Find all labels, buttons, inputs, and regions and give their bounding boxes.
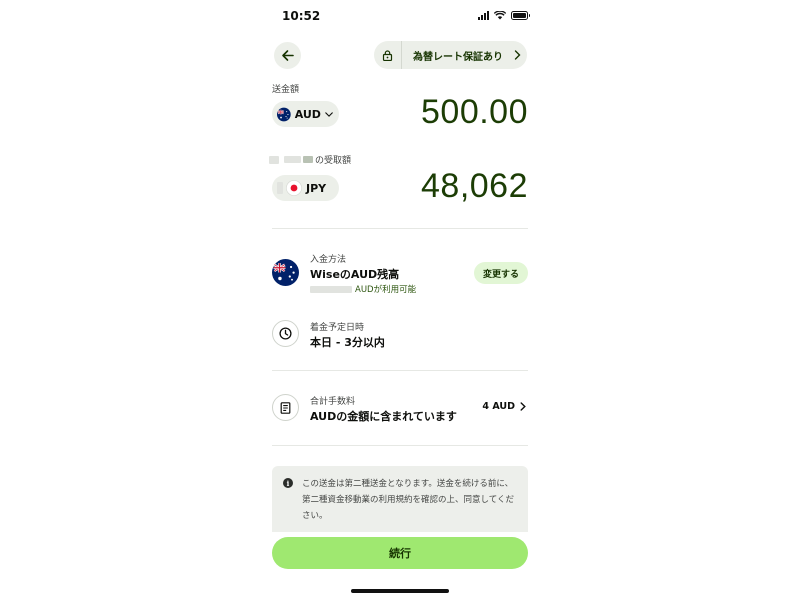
status-icons	[478, 11, 530, 20]
cellular-signal-icon	[478, 11, 489, 20]
receive-currency-selector[interactable]: JPY	[272, 175, 339, 201]
arrow-left-icon	[282, 50, 294, 61]
notice-box: i この送金は第二種送金となります。送金を続ける前に、第二種資金移動業の利用規約…	[272, 466, 528, 532]
divider	[272, 228, 528, 229]
arrival-value: 本日 - 3分以内	[310, 336, 385, 349]
receive-amount-label-text: の受取額	[315, 156, 352, 166]
arrival-caption: 着金予定日時	[310, 323, 365, 333]
rate-guarantee-button[interactable]: 為替レート保証あり	[374, 41, 527, 69]
status-time: 10:52	[282, 9, 321, 23]
receive-amount-label: の受取額	[269, 153, 351, 166]
payment-method-flag	[272, 259, 299, 286]
fee-caption: 合計手数料	[310, 397, 356, 407]
notice-text: この送金は第二種送金となります。送金を続ける前に、第二種資金移動業の利用規約を確…	[302, 479, 514, 521]
japan-flag-icon	[286, 180, 302, 196]
home-indicator	[351, 589, 449, 593]
send-currency-selector[interactable]: AUD	[272, 101, 339, 127]
lock-icon	[374, 41, 402, 69]
australia-flag-icon	[272, 259, 299, 286]
rate-guarantee-label: 為替レート保証あり	[413, 51, 503, 63]
fee-breakdown-button[interactable]: 4 AUD	[482, 401, 526, 412]
available-balance: AUDが利用可能	[310, 283, 416, 295]
info-icon: i	[283, 478, 293, 488]
clock-icon	[272, 320, 299, 347]
chevron-down-icon	[325, 111, 333, 117]
fee-description: AUDの金額に含まれています	[310, 410, 457, 423]
receipt-icon	[272, 394, 299, 421]
receive-currency-code: JPY	[306, 181, 327, 195]
transfer-screen: 10:52 為替レート保証あり 送金額 AUD 500.00 の受取額 JPY …	[260, 0, 540, 600]
send-currency-code: AUD	[294, 107, 321, 121]
continue-button[interactable]: 続行	[272, 537, 528, 569]
wifi-icon	[494, 11, 506, 20]
send-amount-value[interactable]: 500.00	[421, 93, 528, 132]
redacted-balance	[310, 285, 352, 293]
available-balance-text: AUDが利用可能	[355, 285, 417, 295]
receive-amount-value[interactable]: 48,062	[421, 167, 528, 206]
chevron-right-icon	[520, 402, 526, 411]
redacted-recipient-name	[269, 155, 279, 164]
divider	[272, 370, 528, 371]
back-button[interactable]	[274, 42, 301, 69]
payment-method-title: WiseのAUD残高	[310, 268, 400, 281]
chevron-right-icon	[507, 50, 527, 60]
status-bar: 10:52	[260, 0, 540, 34]
australia-flag-icon	[277, 107, 291, 121]
battery-icon	[511, 11, 530, 20]
send-amount-label: 送金額	[272, 85, 300, 95]
change-payment-button[interactable]: 変更する	[474, 262, 528, 284]
payment-method-caption: 入金方法	[310, 255, 347, 265]
fee-amount: 4 AUD	[482, 401, 515, 412]
divider	[272, 445, 528, 446]
